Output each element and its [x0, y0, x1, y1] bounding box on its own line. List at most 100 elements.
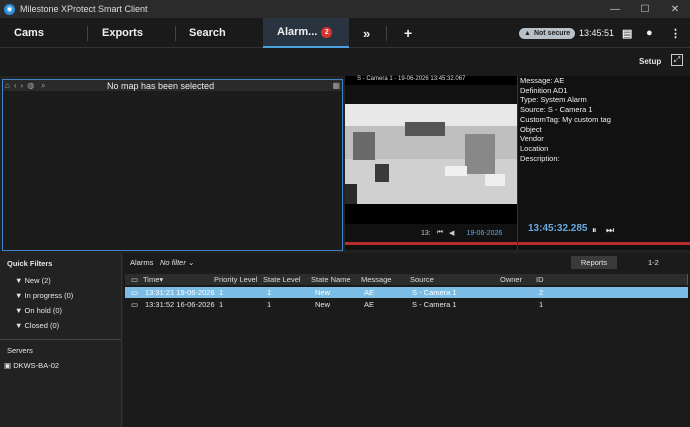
- fullscreen-icon[interactable]: ⤢: [671, 54, 683, 66]
- left-sidebar: Quick Filters ▼ New (2) ▼ In progress (0…: [0, 253, 122, 427]
- col-state-name[interactable]: State Name: [311, 274, 359, 285]
- lock-icon: ▲: [524, 30, 531, 37]
- meta-line: Object: [520, 124, 542, 134]
- cell-state-level: 1: [267, 300, 272, 309]
- cell-message: AE: [364, 288, 375, 297]
- view-toolbar: Setup ⤢: [0, 48, 690, 76]
- filter-label: On hold (0): [24, 306, 63, 315]
- separator: [175, 26, 176, 41]
- camera-playback-controls: 13: ⏮ ◀ 19-06-2026: [345, 226, 517, 240]
- camera-view[interactable]: S - Camera 1 - 19-06-2026 13:45:32.067 1…: [345, 76, 517, 250]
- home-icon[interactable]: ⌂: [5, 81, 10, 90]
- cell-source: S - Camera 1: [412, 300, 457, 309]
- table-row[interactable]: ▭ 13:31:52 16-06-2026 1 1 New AE S - Cam…: [125, 299, 688, 310]
- next-icon[interactable]: ⏭: [606, 225, 614, 236]
- tab-alarms[interactable]: Alarm... 2: [263, 18, 349, 48]
- play-reverse-icon[interactable]: ◀: [449, 229, 454, 237]
- col-message[interactable]: Message: [361, 274, 409, 285]
- cell-priority: 1: [219, 288, 224, 297]
- server-icon: ▣: [4, 361, 12, 370]
- cell-id: 1: [539, 300, 544, 309]
- meta-line: Description:: [520, 153, 560, 163]
- map-grid-icon[interactable]: ▦: [332, 81, 340, 90]
- filter-label: New (2): [24, 276, 51, 285]
- filter-in-progress[interactable]: ▼ In progress (0): [15, 291, 73, 300]
- back-icon[interactable]: ‹: [14, 81, 17, 90]
- separator: [386, 26, 387, 41]
- tab-search[interactable]: Search: [189, 18, 226, 48]
- server-label: DKWS-BA-02: [13, 361, 60, 370]
- cell-state-level: 1: [267, 288, 272, 297]
- image-icon: ▭: [130, 288, 139, 297]
- cell-state-name: New: [315, 288, 331, 297]
- step-back-icon[interactable]: ⏮: [437, 229, 443, 237]
- security-status-badge[interactable]: ▲ Not secure: [519, 28, 576, 39]
- alarm-count-badge: 2: [321, 26, 333, 38]
- cell-message: AE: [364, 300, 375, 309]
- camera-time-label: 13:: [421, 229, 431, 237]
- timeline-bar[interactable]: [345, 242, 517, 245]
- app-window: ◉ Milestone XProtect Smart Client — ☐ ✕ …: [0, 0, 690, 427]
- timeline-bar[interactable]: [518, 242, 690, 245]
- meta-line: CustomTag: My custom tag: [520, 114, 611, 124]
- close-button[interactable]: ✕: [660, 0, 690, 18]
- maximize-button[interactable]: ☐: [630, 0, 660, 18]
- tab-alarms-label: Alarm...: [277, 26, 318, 38]
- col-priority[interactable]: Priority Level: [214, 274, 262, 285]
- camera-date-label: 19-06-2026: [466, 229, 503, 237]
- meta-line: Vendor: [520, 134, 544, 144]
- add-tab-button[interactable]: +: [404, 18, 412, 48]
- filter-new[interactable]: ▼ New (2): [15, 276, 51, 285]
- alarm-list: Alarms No filter ⌄ Reports 1-2 ▭ Time ▾ …: [123, 253, 690, 427]
- quick-filters-title: Quick Filters: [7, 259, 53, 268]
- clock: 13:45:51: [579, 28, 615, 38]
- search-icon[interactable]: ⌕: [41, 81, 45, 91]
- filter-label: Closed (0): [24, 321, 60, 330]
- servers-title: Servers: [7, 346, 33, 355]
- menu-icon[interactable]: ⋮: [670, 18, 681, 48]
- forward-icon[interactable]: ›: [21, 81, 24, 90]
- alarm-metadata: Message: AE Definition AD1 Type: System …: [517, 76, 690, 250]
- map-view[interactable]: ⌂ ‹ › ◍ ⌕ No map has been selected ▦: [2, 79, 343, 251]
- app-logo-icon: ◉: [4, 3, 15, 15]
- col-id[interactable]: ID: [536, 274, 566, 285]
- map-empty-message: No map has been selected: [107, 80, 215, 91]
- filter-closed[interactable]: ▼ Closed (0): [15, 321, 59, 330]
- map-toolbar: ⌂ ‹ › ◍ ⌕ No map has been selected ▦: [3, 80, 342, 91]
- filter-select[interactable]: No filter ⌄: [160, 258, 194, 267]
- col-state-level[interactable]: State Level: [263, 274, 310, 285]
- col-source[interactable]: Source: [410, 274, 498, 285]
- server-item[interactable]: ▣ DKWS-BA-02: [4, 361, 59, 370]
- col-owner[interactable]: Owner: [500, 274, 534, 285]
- cell-source: S - Camera 1: [412, 288, 457, 297]
- table-header: ▭ Time ▾ Priority Level State Level Stat…: [125, 274, 688, 285]
- reports-button[interactable]: Reports: [571, 256, 617, 269]
- user-icon[interactable]: ●: [646, 18, 653, 48]
- filter-value: No filter: [160, 258, 186, 267]
- meta-line: Definition AD1: [520, 85, 568, 95]
- pause-icon[interactable]: ⏸: [592, 225, 597, 236]
- globe-icon[interactable]: ◍: [27, 81, 34, 90]
- minimize-button[interactable]: —: [600, 0, 630, 18]
- setup-button[interactable]: Setup: [639, 57, 661, 66]
- table-row[interactable]: ▭ 13:31:21 19-06-2026 1 1 New AE S - Cam…: [125, 287, 688, 298]
- camera-black-band: [345, 204, 517, 224]
- image-icon: ▭: [130, 300, 139, 309]
- separator: [87, 26, 88, 41]
- more-tabs-button[interactable]: »: [363, 18, 370, 48]
- page-indicator: 1-2: [648, 258, 659, 267]
- tab-cams[interactable]: Cams: [14, 18, 44, 48]
- document-icon[interactable]: ▤: [622, 18, 632, 48]
- divider: [0, 339, 121, 340]
- filter-on-hold[interactable]: ▼ On hold (0): [15, 306, 62, 315]
- main-nav: Cams Exports Search Alarm... 2 » + ▲ Not…: [0, 18, 690, 48]
- col-time[interactable]: Time ▾: [143, 274, 213, 285]
- cell-state-name: New: [315, 300, 331, 309]
- meta-line: Type: System Alarm: [520, 95, 587, 105]
- meta-line: Message: AE: [520, 76, 565, 85]
- window-title: Milestone XProtect Smart Client: [20, 4, 148, 14]
- security-label: Not secure: [533, 30, 571, 37]
- tab-exports[interactable]: Exports: [102, 18, 143, 48]
- camera-title: S - Camera 1 - 19-06-2026 13:45:32.067: [345, 76, 517, 85]
- alarms-label: Alarms: [130, 258, 154, 267]
